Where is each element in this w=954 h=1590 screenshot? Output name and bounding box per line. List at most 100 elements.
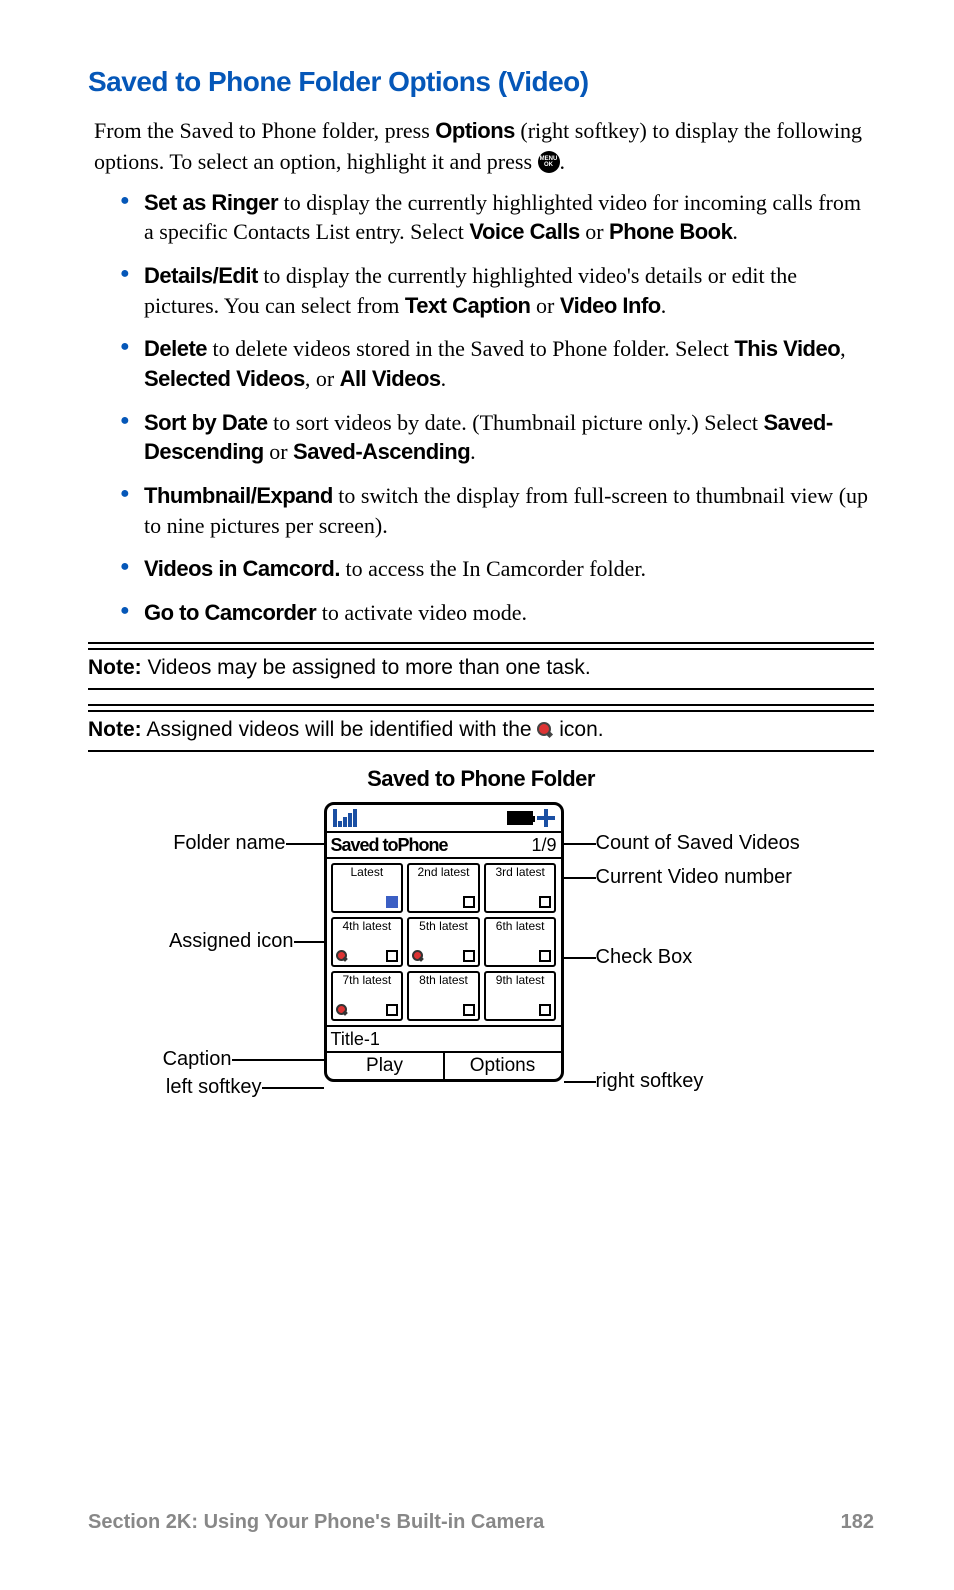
text: .: [661, 293, 667, 318]
intro-post: .: [560, 149, 566, 174]
text: , or: [305, 366, 340, 391]
text: .: [732, 219, 738, 244]
option-delete: Delete to delete videos stored in the Sa…: [120, 334, 874, 393]
note-separator: [88, 704, 874, 706]
thumb-label: 9th latest: [496, 973, 545, 987]
callout-count-saved: Count of Saved Videos: [596, 832, 800, 855]
note-1: Note: Videos may be assigned to more tha…: [88, 648, 874, 690]
lead: Thumbnail/Expand: [144, 483, 333, 508]
options-list: Set as Ringer to display the currently h…: [88, 188, 874, 628]
text: .: [441, 366, 447, 391]
note-label: Note:: [88, 718, 142, 741]
note-label: Note:: [88, 656, 142, 679]
bold: Video Info: [560, 293, 661, 318]
assigned-icon: [336, 950, 348, 962]
bold: Voice Calls: [469, 219, 579, 244]
text: or: [580, 219, 609, 244]
callouts-right: Count of Saved Videos Current Video numb…: [564, 802, 814, 1092]
thumb-4: 4th latest: [331, 917, 404, 967]
menu-ok-icon: MENUOK: [538, 151, 560, 173]
intro-options-word: Options: [435, 118, 515, 143]
option-videos-in-camcord: Videos in Camcord. to access the In Camc…: [120, 554, 874, 584]
option-go-to-camcorder: Go to Camcorder to activate video mode.: [120, 598, 874, 628]
bold: This Video: [734, 336, 840, 361]
checkbox-icon: [463, 896, 475, 908]
assigned-icon: [412, 950, 424, 962]
callout-caption: Caption: [163, 1048, 232, 1071]
page-heading: Saved to Phone Folder Options (Video): [88, 66, 874, 98]
lead: Videos in Camcord.: [144, 556, 340, 581]
folder-name-value: Saved toPhone: [331, 833, 448, 857]
note-text: icon.: [553, 718, 603, 741]
lead: Details/Edit: [144, 263, 258, 288]
folder-bar: Saved toPhone 1/9: [327, 831, 561, 859]
note-2: Note: Assigned videos will be identified…: [88, 710, 874, 752]
note-separator: [88, 642, 874, 644]
thumb-3: 3rd latest: [484, 863, 557, 913]
diagram-area: Saved to Phone Folder Folder name Assign…: [88, 766, 874, 1098]
text: or: [530, 293, 559, 318]
assigned-icon: [336, 1004, 348, 1016]
note-text: Assigned videos will be identified with …: [142, 718, 538, 741]
text: or: [264, 439, 293, 464]
callout-left-softkey: left softkey: [166, 1076, 262, 1099]
text: to access the In Camcorder folder.: [340, 556, 646, 581]
checkbox-icon: [386, 1004, 398, 1016]
nav-icon: [537, 809, 555, 827]
thumb-7: 7th latest: [331, 971, 404, 1021]
lead: Delete: [144, 336, 207, 361]
option-set-as-ringer: Set as Ringer to display the currently h…: [120, 188, 874, 247]
callout-right-softkey: right softkey: [596, 1070, 704, 1093]
thumb-6: 6th latest: [484, 917, 557, 967]
lead: Set as Ringer: [144, 190, 278, 215]
thumb-label: 2nd latest: [417, 865, 469, 879]
callout-assigned-icon: Assigned icon: [169, 930, 294, 953]
thumb-label: Latest: [350, 865, 383, 879]
thumbnail-grid: Latest 2nd latest 3rd latest 4th latest …: [327, 859, 561, 1025]
video-counter: 1/9: [531, 833, 556, 857]
bold: Phone Book: [609, 219, 732, 244]
softkey-row: Play Options: [327, 1051, 561, 1079]
checkbox-icon: [463, 1004, 475, 1016]
thumb-label: 3rd latest: [495, 865, 544, 879]
assigned-icon: [537, 722, 553, 738]
option-details-edit: Details/Edit to display the currently hi…: [120, 261, 874, 320]
text: .: [470, 439, 476, 464]
intro-pre: From the Saved to Phone folder, press: [94, 118, 435, 143]
callout-checkbox: Check Box: [596, 946, 693, 969]
menu-ok-bot: OK: [544, 162, 553, 168]
callout-folder-name: Folder name: [173, 832, 285, 855]
text: ,: [840, 336, 846, 361]
callout-current-number: Current Video number: [596, 866, 792, 889]
text: to delete videos stored in the Saved to …: [207, 336, 734, 361]
option-thumbnail-expand: Thumbnail/Expand to switch the display f…: [120, 481, 874, 540]
caption-row: Title-1: [327, 1025, 561, 1051]
checkbox-icon: [386, 896, 398, 908]
right-softkey: Options: [445, 1053, 561, 1079]
lead: Sort by Date: [144, 410, 268, 435]
section-label: Section 2K: Using Your Phone's Built-in …: [88, 1511, 544, 1534]
thumb-9: 9th latest: [484, 971, 557, 1021]
thumb-label: 6th latest: [496, 919, 545, 933]
checkbox-icon: [539, 950, 551, 962]
text: to sort videos by date. (Thumbnail pictu…: [268, 410, 764, 435]
phone-mockup: Saved toPhone 1/9 Latest 2nd latest 3rd …: [324, 802, 564, 1082]
thumb-5: 5th latest: [407, 917, 480, 967]
intro-paragraph: From the Saved to Phone folder, press Op…: [88, 116, 874, 178]
status-bar: [327, 805, 561, 831]
bold: Saved-Ascending: [293, 439, 470, 464]
page-number: 182: [841, 1511, 874, 1534]
thumb-label: 5th latest: [419, 919, 468, 933]
thumb-2: 2nd latest: [407, 863, 480, 913]
checkbox-icon: [539, 896, 551, 908]
bold: All Videos: [340, 366, 441, 391]
bold: Text Caption: [405, 293, 531, 318]
text: to activate video mode.: [316, 600, 527, 625]
diagram-title: Saved to Phone Folder: [88, 766, 874, 792]
battery-icon: [507, 811, 533, 825]
thumb-1: Latest: [331, 863, 404, 913]
thumb-8: 8th latest: [407, 971, 480, 1021]
checkbox-icon: [386, 950, 398, 962]
callouts-left: Folder name Assigned icon Caption left s…: [149, 802, 324, 1098]
thumb-label: 7th latest: [342, 973, 391, 987]
